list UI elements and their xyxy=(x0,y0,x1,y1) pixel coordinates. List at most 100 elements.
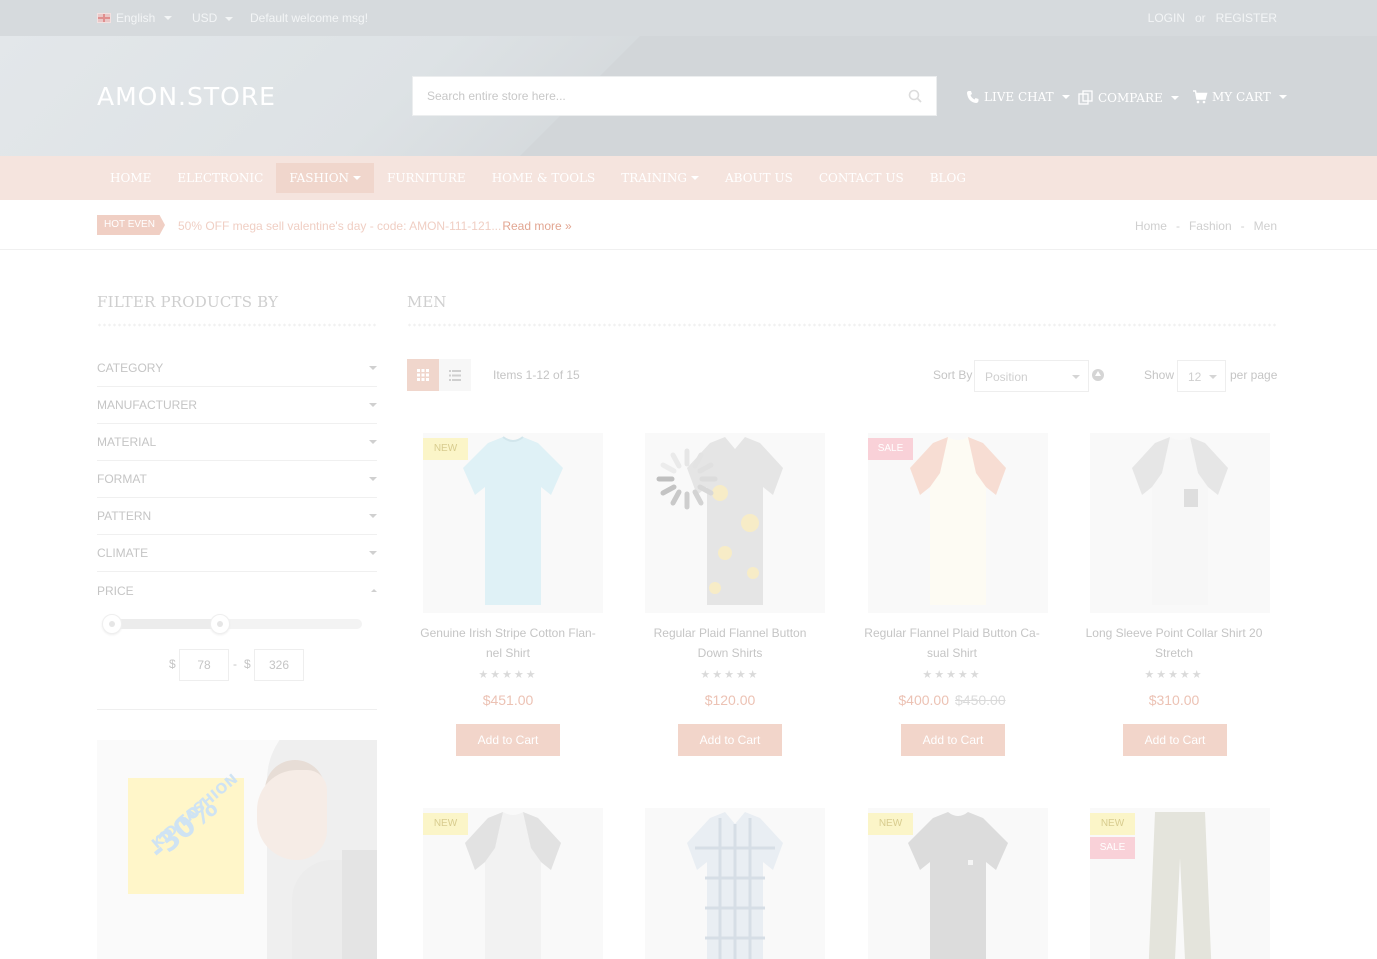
search-input[interactable] xyxy=(413,77,883,115)
add-to-cart-button[interactable]: Add to Cart xyxy=(678,724,782,756)
slider-max-handle[interactable] xyxy=(210,614,230,634)
filter-title: FILTER PRODUCTS BY xyxy=(97,293,279,311)
nav-item-blog[interactable]: BLOG xyxy=(917,156,979,200)
filter-label: PATTERN xyxy=(97,509,152,523)
limit-select[interactable]: 12 xyxy=(1177,360,1226,392)
chevron-up-icon xyxy=(371,589,377,592)
show-label: Show xyxy=(1144,368,1175,382)
chevron-down-icon xyxy=(1170,95,1179,100)
breadcrumb-separator: - xyxy=(1240,219,1245,233)
breadcrumb: Home - Fashion - Men xyxy=(1135,219,1277,233)
loading-spinner-icon xyxy=(656,448,718,510)
filter-material[interactable]: MATERIAL xyxy=(97,424,377,461)
currency-label: USD xyxy=(192,11,218,25)
product-name[interactable]: Regular Flannel Plaid Button Ca-sual Shi… xyxy=(841,623,1063,663)
product-price: $400.00 xyxy=(898,692,949,708)
product-name[interactable]: Long Sleeve Point Collar Shirt 20 Stretch xyxy=(1063,623,1285,663)
chevron-down-icon xyxy=(164,16,173,20)
breadcrumb-fashion[interactable]: Fashion xyxy=(1189,219,1232,233)
nav-item-home-tools[interactable]: HOME & TOOLS xyxy=(479,156,609,200)
nav-item-electronic[interactable]: ELECTRONIC xyxy=(164,156,276,200)
product-image[interactable] xyxy=(1090,433,1270,613)
product-image[interactable] xyxy=(423,433,603,613)
compare-link[interactable]: COMPARE xyxy=(1078,90,1179,105)
filter-list: CATEGORY MANUFACTURER MATERIAL FORMAT PA… xyxy=(97,350,377,609)
hot-event-message: 50% OFF mega sell valentine's day - code… xyxy=(178,219,502,233)
new-badge: NEW xyxy=(423,438,468,460)
product-name-line: Stretch xyxy=(1154,646,1193,660)
search-icon[interactable] xyxy=(908,89,922,103)
raglan-shirt-image xyxy=(910,437,1006,605)
breadcrumb-home[interactable]: Home xyxy=(1135,219,1167,233)
chevron-down-icon xyxy=(369,440,377,444)
sale-badge: SALE xyxy=(868,438,913,460)
title-dotted-divider xyxy=(407,322,1277,328)
add-to-cart-button[interactable]: Add to Cart xyxy=(1123,724,1227,756)
banner-sleeve-shape xyxy=(342,850,377,959)
grid-view-button[interactable] xyxy=(407,359,439,391)
nav-item-contact[interactable]: CONTACT US xyxy=(806,156,917,200)
nav-item-label: FASHION xyxy=(289,171,350,185)
filter-format[interactable]: FORMAT xyxy=(97,461,377,498)
login-link[interactable]: LOGIN xyxy=(1148,11,1185,25)
currency-switcher[interactable]: USD xyxy=(192,11,233,25)
add-to-cart-button[interactable]: Add to Cart xyxy=(901,724,1005,756)
hot-event-label: HOT EVEN xyxy=(97,215,165,235)
items-count: Items 1-12 of 15 xyxy=(493,368,580,382)
kid-fashion-banner[interactable]: -30% KID FASHION xyxy=(97,740,377,959)
nav-item-fashion[interactable]: FASHION xyxy=(276,163,375,193)
cart-link[interactable]: MY CART xyxy=(1192,90,1287,104)
nav-item-furniture[interactable]: FURNITURE xyxy=(374,156,479,200)
product-name[interactable]: Genuine Irish Stripe Cotton Flan-nel Shi… xyxy=(397,623,619,663)
product-old-price: $450.00 xyxy=(955,692,1006,708)
product-name-line: Regular Flannel Plaid Button Ca- xyxy=(864,626,1040,640)
sale-badge: SALE xyxy=(1090,837,1135,859)
price-slider xyxy=(102,614,362,634)
pocket-shirt-image xyxy=(1132,437,1228,605)
filter-price[interactable]: PRICE xyxy=(97,572,377,609)
product-name[interactable]: Regular Plaid Flannel Button Down Shirts xyxy=(619,623,841,663)
list-icon xyxy=(449,369,461,381)
product-price: $451.00 xyxy=(482,692,534,708)
chevron-down-icon xyxy=(224,16,233,21)
read-more-link[interactable]: Read more » xyxy=(502,219,571,233)
filter-category[interactable]: CATEGORY xyxy=(97,350,377,387)
filter-climate[interactable]: CLIMATE xyxy=(97,535,377,572)
breadcrumb-separator: - xyxy=(1175,219,1180,233)
register-link[interactable]: REGISTER xyxy=(1216,11,1277,25)
price-min-input[interactable]: 78 xyxy=(179,649,229,681)
sort-direction-icon[interactable] xyxy=(1092,369,1104,381)
product-image[interactable] xyxy=(645,808,825,959)
henley-shirt-image xyxy=(465,812,561,959)
or-text: or xyxy=(1194,11,1206,25)
nav-item-home[interactable]: HOME xyxy=(97,156,164,200)
rating-stars: ★★★★★ xyxy=(700,669,760,681)
product-name-line: Down Shirts xyxy=(697,646,763,660)
slider-min-handle[interactable] xyxy=(102,614,122,634)
sort-value: Position xyxy=(985,370,1028,384)
live-chat-link[interactable]: LIVE CHAT xyxy=(966,90,1070,104)
live-chat-label: LIVE CHAT xyxy=(984,90,1054,104)
nav-item-about[interactable]: ABOUT US xyxy=(712,156,806,200)
view-mode-switcher xyxy=(407,359,471,391)
price-max-input[interactable]: 326 xyxy=(254,649,304,681)
sort-select[interactable]: Position xyxy=(974,360,1089,392)
list-view-button[interactable] xyxy=(439,359,471,391)
chevron-down-icon xyxy=(1061,95,1070,99)
filter-manufacturer[interactable]: MANUFACTURER xyxy=(97,387,377,424)
product-name-line: Regular Plaid Flannel Button xyxy=(653,626,807,640)
add-to-cart-button[interactable]: Add to Cart xyxy=(456,724,560,756)
store-logo[interactable]: AMON.STORE xyxy=(97,82,276,111)
chevron-down-icon xyxy=(1209,375,1217,379)
nav-item-training[interactable]: TRAINING xyxy=(608,156,712,200)
title-dotted-divider xyxy=(97,322,377,328)
chevron-down-icon xyxy=(369,366,377,370)
language-switcher[interactable]: English xyxy=(97,11,173,25)
grid-icon xyxy=(417,369,429,381)
hot-event-text: 50% OFF mega sell valentine's day - code… xyxy=(178,219,572,233)
product-image[interactable] xyxy=(868,433,1048,613)
header: AMON.STORE LIVE CHAT COMPARE MY CART xyxy=(0,36,1377,156)
new-badge: NEW xyxy=(868,813,913,835)
limit-value: 12 xyxy=(1188,370,1202,384)
filter-pattern[interactable]: PATTERN xyxy=(97,498,377,535)
